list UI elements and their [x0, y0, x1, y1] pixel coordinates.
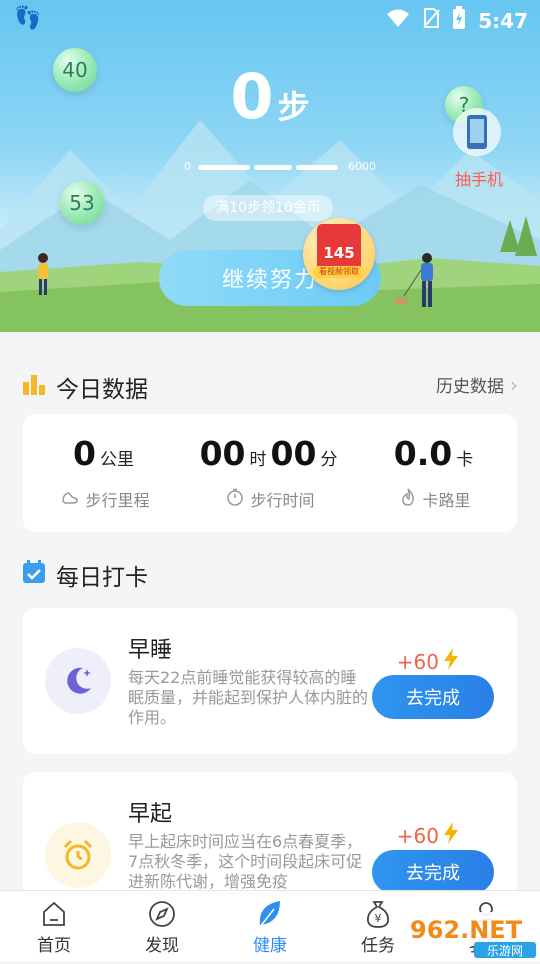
tab-home[interactable]: 首页 — [0, 897, 108, 956]
status-bar: 👣 5:47 — [0, 0, 540, 40]
section-title: 每日打卡 — [56, 565, 148, 591]
watermark-logo: 962.NET 乐游网 — [404, 900, 540, 960]
smartphone-icon — [453, 108, 501, 156]
task-reward: +60 — [397, 822, 459, 849]
leaf-icon — [216, 897, 324, 931]
minutes-unit: 分 — [320, 450, 338, 470]
go-complete-button[interactable]: 去完成 — [372, 675, 494, 719]
section-title: 今日数据 — [56, 377, 148, 403]
red-packet-bubble[interactable]: 145 看视频领取 — [303, 218, 375, 290]
history-data-link[interactable]: 历史数据 › — [436, 372, 518, 398]
hero-banner: 👣 5:47 40 53 0步 0 6000 满10步领10金币 继续努力 14… — [0, 0, 540, 332]
calories-unit: 卡 — [456, 450, 474, 470]
hours-unit: 时 — [249, 450, 267, 470]
stopwatch-icon — [226, 488, 244, 510]
step-reward-pill[interactable]: 满10步领10金币 — [203, 195, 333, 221]
duration-caption: 步行时间 — [250, 491, 315, 510]
calories-value: 0.0 — [393, 434, 453, 473]
no-sim-icon — [422, 7, 440, 34]
red-packet-tag: 看视频领取 — [313, 266, 365, 278]
calories-caption: 卡路里 — [422, 491, 471, 510]
progress-segment — [296, 165, 338, 170]
red-packet-amount: 145 — [323, 244, 355, 262]
progress-min-label: 0 — [184, 160, 191, 173]
task-title: 早睡 — [128, 638, 173, 663]
shoe-icon — [61, 489, 79, 509]
watermark-sub: 乐游网 — [487, 944, 523, 958]
distance-unit: 公里 — [99, 450, 134, 470]
tab-label: 健康 — [253, 936, 287, 956]
clock-time: 5:47 — [478, 8, 528, 33]
step-unit: 步 — [277, 88, 310, 126]
history-label: 历史数据 — [436, 377, 504, 397]
stat-distance: 0 公里 步行里程 — [23, 434, 188, 511]
battery-icon — [452, 6, 466, 35]
reward-value: +60 — [396, 649, 439, 674]
task-reward: +60 — [397, 648, 459, 675]
distance-caption: 步行里程 — [85, 491, 150, 510]
hours-value: 00 — [199, 434, 246, 473]
lightning-icon — [443, 822, 459, 849]
task-card-sleep-early: 早睡 每天22点前睡觉能获得较高的睡眠质量，并能起到保护人体内脏的作用。 +60… — [23, 608, 517, 754]
footprints-icon: 👣 — [14, 6, 42, 31]
today-data-header: 今日数据 — [22, 370, 148, 404]
phone-lottery-label: 抽手机 — [454, 170, 503, 189]
watermark-text: 962.NET — [410, 916, 523, 944]
flame-icon — [400, 488, 416, 510]
minutes-value: 00 — [270, 434, 317, 473]
coin-bubble[interactable]: 53 — [60, 181, 104, 225]
stat-duration: 00 时 00 分 步行时间 — [188, 434, 353, 511]
tab-discover[interactable]: 发现 — [108, 897, 216, 956]
moon-icon — [45, 648, 111, 714]
wifi-icon — [386, 8, 410, 33]
svg-text:¥: ¥ — [375, 912, 382, 925]
tab-label: 发现 — [145, 936, 179, 956]
progress-max-label: 6000 — [348, 160, 376, 173]
calendar-check-icon — [22, 560, 46, 590]
distance-value: 0 — [73, 434, 96, 473]
daily-checkin-header: 每日打卡 — [22, 558, 148, 592]
progress-segment — [254, 165, 292, 170]
home-icon — [0, 897, 108, 931]
step-count: 0 — [230, 60, 274, 133]
lightning-icon — [443, 648, 459, 675]
bar-chart-icon — [22, 372, 46, 402]
tab-health[interactable]: 健康 — [216, 897, 324, 956]
step-progress-bar: 0 6000 — [184, 160, 380, 176]
stat-calories: 0.0 卡 卡路里 — [353, 434, 518, 511]
today-stats-card: 0 公里 步行里程 00 时 00 分 步行时间 0.0 卡 卡路里 — [23, 414, 517, 532]
task-description: 早上起床时间应当在6点春夏季，7点秋冬季，这个时间段起床可促进新陈代谢，增强免疫 — [128, 832, 363, 890]
reward-value: +60 — [396, 823, 439, 848]
task-title: 早起 — [128, 802, 173, 827]
alarm-clock-icon — [45, 822, 111, 888]
go-complete-button[interactable]: 去完成 — [372, 850, 494, 894]
tab-label: 首页 — [37, 936, 71, 956]
compass-icon — [108, 897, 216, 931]
progress-segment — [198, 165, 250, 170]
chevron-right-icon: › — [510, 372, 518, 397]
task-description: 每天22点前睡觉能获得较高的睡眠质量，并能起到保护人体内脏的作用。 — [128, 668, 368, 727]
